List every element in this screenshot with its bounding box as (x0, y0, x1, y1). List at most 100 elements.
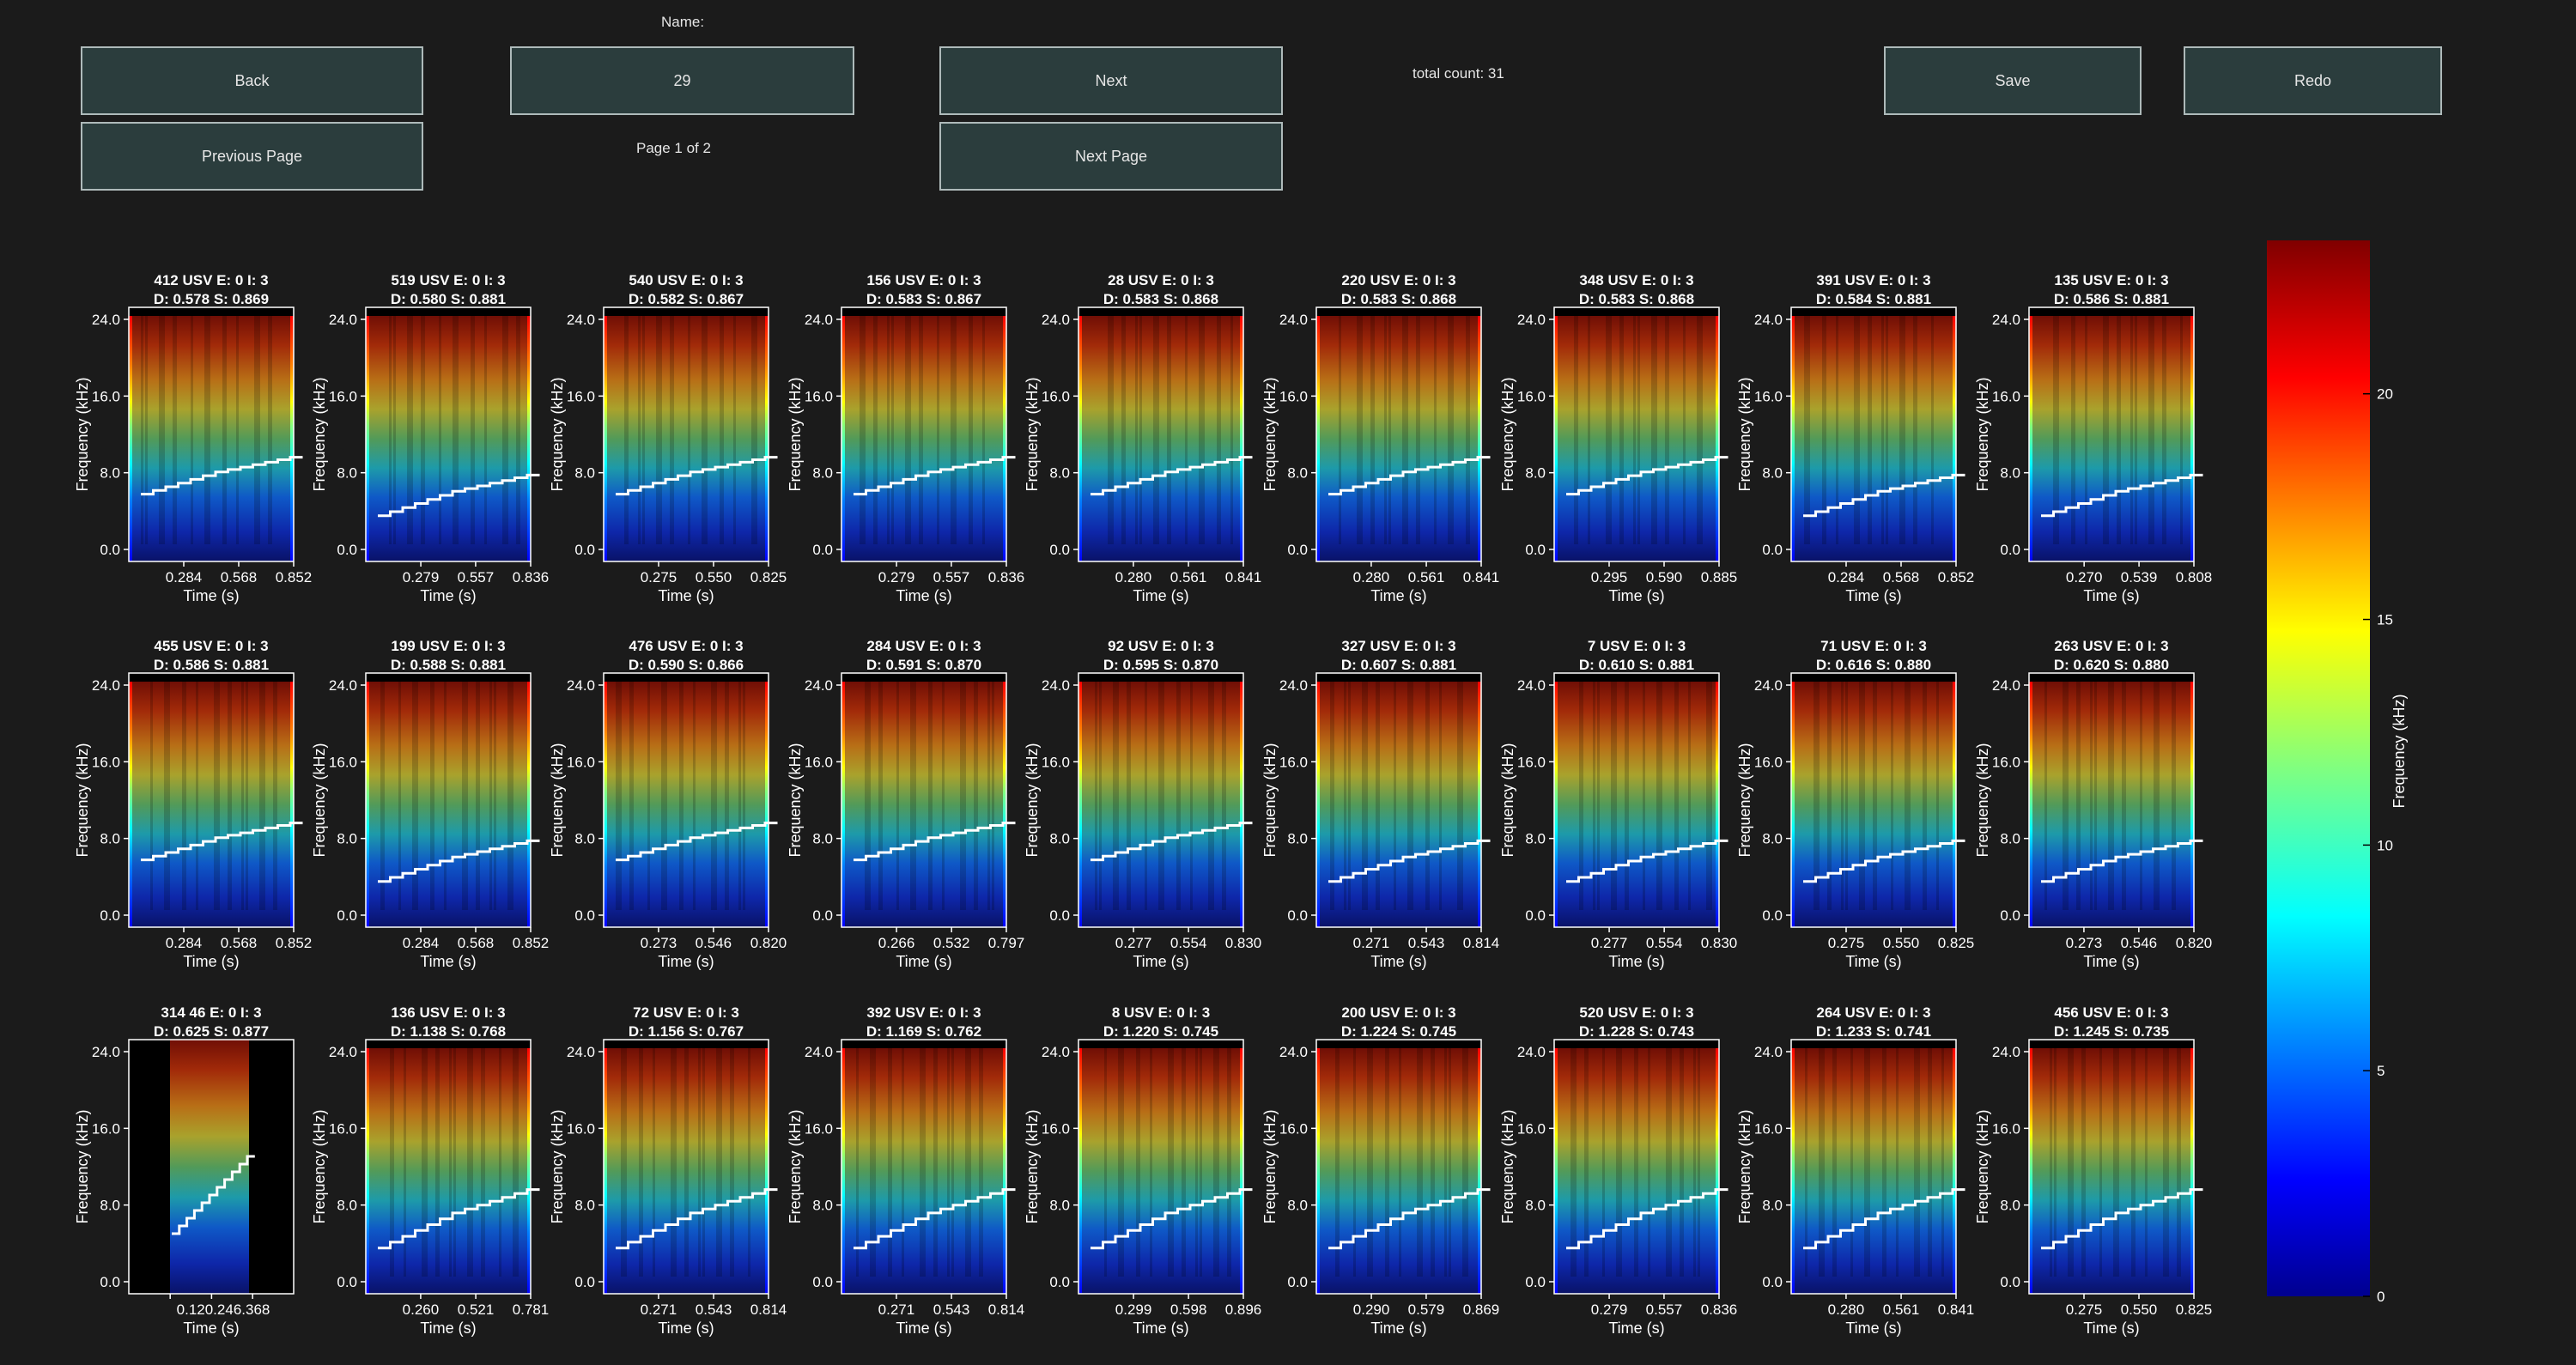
x-axis-label: Time (s) (658, 1320, 714, 1337)
striation (2117, 316, 2121, 544)
striation (702, 316, 708, 544)
x-tick-label: 0.284 (1828, 569, 1865, 585)
striation (1217, 316, 1221, 544)
panel-subtitle: D: 1.233 S: 0.741 (1816, 1023, 1931, 1040)
y-axis-label: Frequency (kHz) (1736, 377, 1753, 491)
spectrogram-panel[interactable]: 456 USV E: 0 I: 3 D: 1.245 S: 0.735 0.0 8.0… (1974, 1004, 2212, 1337)
panel-subtitle: D: 0.583 S: 0.868 (1103, 291, 1218, 307)
y-axis-label: Frequency (kHz) (74, 743, 91, 857)
spectrogram-panel[interactable]: 392 USV E: 0 I: 3 D: 1.169 S: 0.762 0.0 8.0… (787, 1004, 1024, 1337)
striation (1859, 682, 1865, 910)
striation (236, 316, 239, 544)
y-tick-label: 16.0 (1754, 1120, 1783, 1137)
spectrogram-panel[interactable]: 540 USV E: 0 I: 3 D: 0.582 S: 0.867 0.0 8.0… (549, 272, 787, 604)
spectrogram-image (366, 682, 531, 927)
panel-title: 263 USV E: 0 I: 3 (2054, 638, 2168, 654)
y-axis-label: Frequency (kHz) (1736, 743, 1753, 857)
spectrogram-panel[interactable]: 200 USV E: 0 I: 3 D: 1.224 S: 0.745 0.0 8.0… (1261, 1004, 1499, 1337)
panel-subtitle: D: 1.156 S: 0.767 (629, 1023, 744, 1040)
striation (1150, 1048, 1152, 1277)
striation (1168, 1048, 1174, 1277)
striation (246, 682, 248, 910)
striation (910, 682, 916, 910)
y-tick-label: 16.0 (92, 1120, 120, 1137)
spectrogram-panel[interactable]: 391 USV E: 0 I: 3 D: 0.584 S: 0.881 0.0 8.0… (1736, 272, 1974, 604)
colorbar-tick-label: 20 (2377, 386, 2393, 403)
y-tick-label: 24.0 (805, 1044, 833, 1060)
x-tick-label: 0.814 (750, 1301, 787, 1318)
striation (1348, 682, 1351, 910)
spectrogram-panel[interactable]: 92 USV E: 0 I: 3 D: 0.595 S: 0.870 0.0 8.0 1… (1024, 638, 1261, 970)
spectrogram-panel[interactable]: 136 USV E: 0 I: 3 D: 1.138 S: 0.768 0.0 8.0… (311, 1004, 549, 1337)
x-tick-label: 0.280 (1828, 1301, 1865, 1318)
y-tick-label: 24.0 (329, 312, 357, 328)
x-axis-label: Time (s) (183, 587, 239, 604)
x-tick-label: 0.869 (1463, 1301, 1500, 1318)
spectrogram-panel[interactable]: 520 USV E: 0 I: 3 D: 1.228 S: 0.743 0.0 8.0… (1499, 1004, 1737, 1337)
spectrogram-panel[interactable]: 284 USV E: 0 I: 3 D: 0.591 S: 0.870 0.0 8.0… (787, 638, 1024, 970)
striation (725, 682, 729, 910)
spectrogram-panel[interactable]: 199 USV E: 0 I: 3 D: 0.588 S: 0.881 0.0 8.0… (311, 638, 549, 970)
spectrogram-panel[interactable]: 327 USV E: 0 I: 3 D: 0.607 S: 0.881 0.0 8.0… (1261, 638, 1499, 970)
y-tick-label: 24.0 (329, 1044, 357, 1060)
spectrogram-panel[interactable]: 263 USV E: 0 I: 3 D: 0.620 S: 0.880 0.0 8.0… (1974, 638, 2212, 970)
striation (1222, 682, 1226, 910)
x-axis-label: Time (s) (1370, 1320, 1426, 1337)
x-tick-label: 0.836 (513, 569, 550, 585)
y-tick-label: 8.0 (1762, 465, 1783, 482)
striation (1936, 682, 1939, 910)
spectrogram-panel[interactable]: 220 USV E: 0 I: 3 D: 0.583 S: 0.868 0.0 8.0… (1261, 272, 1499, 604)
striation (1195, 1048, 1198, 1277)
y-tick-label: 24.0 (1754, 677, 1783, 694)
striation (751, 316, 757, 544)
spectrogram-panel[interactable]: 348 USV E: 0 I: 3 D: 0.583 S: 0.868 0.0 8.0… (1499, 272, 1737, 604)
striation (2108, 682, 2114, 910)
spectrogram-panel[interactable]: 28 USV E: 0 I: 3 D: 0.583 S: 0.868 0.0 8.0 1… (1024, 272, 1261, 604)
y-tick-label: 8.0 (100, 831, 120, 847)
spectrogram-panel[interactable]: 135 USV E: 0 I: 3 D: 0.586 S: 0.881 0.0 8.0… (1974, 272, 2212, 604)
striation (642, 316, 645, 544)
striation (1611, 682, 1617, 910)
x-tick-label: 0.841 (1463, 569, 1500, 585)
panel-title: 314 46 E: 0 I: 3 (161, 1004, 261, 1021)
spectrogram-panel[interactable]: 156 USV E: 0 I: 3 D: 0.583 S: 0.867 0.0 8.0… (787, 272, 1024, 604)
panel-title: 348 USV E: 0 I: 3 (1579, 272, 1693, 288)
striation (494, 682, 496, 910)
y-tick-label: 8.0 (100, 465, 120, 482)
y-axis-label: Frequency (kHz) (1261, 377, 1279, 491)
colorbar-tick-label: 0 (2377, 1289, 2385, 1305)
striation (702, 1048, 705, 1277)
spectrogram-panel[interactable]: 264 USV E: 0 I: 3 D: 1.233 S: 0.741 0.0 8.0… (1736, 1004, 1974, 1337)
spectrogram-image (2029, 1048, 2194, 1294)
spectrogram-panel[interactable]: 412 USV E: 0 I: 3 D: 0.578 S: 0.869 0.0 8.0… (74, 272, 312, 604)
y-tick-label: 0.0 (1525, 542, 1546, 558)
y-axis-label: Frequency (kHz) (74, 377, 91, 491)
spectrogram-panel[interactable]: 476 USV E: 0 I: 3 D: 0.590 S: 0.866 0.0 8.0… (549, 638, 787, 970)
spectrogram-panel[interactable]: 7 USV E: 0 I: 3 D: 0.610 S: 0.881 0.0 8.0 16… (1499, 638, 1737, 970)
striation (891, 316, 894, 544)
spectrogram-panel[interactable]: 72 USV E: 0 I: 3 D: 1.156 S: 0.767 0.0 8.0 1… (549, 1004, 787, 1337)
striation (1941, 1048, 1944, 1277)
y-tick-label: 16.0 (805, 388, 833, 404)
spectrogram-panel[interactable]: 71 USV E: 0 I: 3 D: 0.616 S: 0.880 0.0 8.0 1… (1736, 638, 1974, 970)
spectrogram-panel[interactable]: 8 USV E: 0 I: 3 D: 1.220 S: 0.745 0.0 8.0 16… (1024, 1004, 1261, 1337)
spectrogram-panel[interactable]: 455 USV E: 0 I: 3 D: 0.586 S: 0.881 0.0 8.0… (74, 638, 312, 970)
x-tick-label: 0.539 (2121, 569, 2158, 585)
striation (974, 682, 978, 910)
y-tick-label: 8.0 (1525, 1198, 1546, 1214)
panel-subtitle: D: 1.220 S: 0.745 (1103, 1023, 1218, 1040)
y-tick-label: 16.0 (1754, 388, 1783, 404)
y-axis-label: Frequency (kHz) (787, 1109, 804, 1223)
panel-subtitle: D: 0.607 S: 0.881 (1341, 657, 1456, 673)
y-tick-label: 16.0 (1279, 388, 1308, 404)
striation (860, 316, 866, 544)
striation (743, 682, 745, 910)
spectrogram-panel[interactable]: 314 46 E: 0 I: 3 D: 0.625 S: 0.877 0.0 8.0 1… (74, 1004, 295, 1337)
y-tick-label: 16.0 (92, 388, 120, 404)
striation (1213, 1048, 1219, 1277)
striation (1330, 682, 1334, 910)
y-tick-label: 0.0 (574, 542, 595, 558)
spectrogram-panel[interactable]: 519 USV E: 0 I: 3 D: 0.580 S: 0.881 0.0 8.0… (311, 272, 549, 604)
y-tick-label: 8.0 (1525, 465, 1546, 482)
striation (1579, 682, 1583, 910)
